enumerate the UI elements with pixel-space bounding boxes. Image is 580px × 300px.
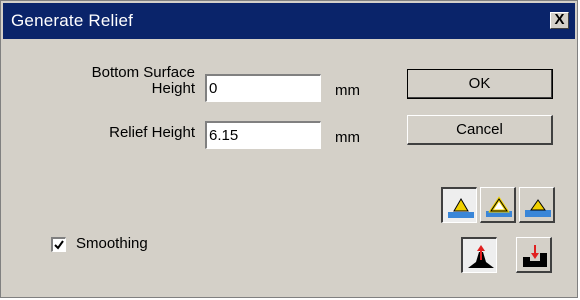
engrave-relief-button[interactable] bbox=[516, 237, 552, 273]
checkmark-icon bbox=[54, 240, 64, 250]
close-icon: X bbox=[554, 11, 565, 28]
generate-relief-dialog: Generate Relief X Bottom Surface Height … bbox=[0, 0, 578, 298]
smoothing-checkbox[interactable] bbox=[51, 237, 66, 252]
smoothing-label[interactable]: Smoothing bbox=[76, 235, 148, 252]
relief-flat-button[interactable] bbox=[519, 187, 555, 223]
relief-outline-button[interactable] bbox=[480, 187, 516, 223]
cancel-button[interactable]: Cancel bbox=[407, 115, 553, 145]
bottom-surface-height-input[interactable] bbox=[205, 74, 321, 102]
raise-relief-button[interactable] bbox=[461, 237, 497, 273]
engrave-arrow-icon bbox=[523, 245, 547, 267]
window-title: Generate Relief bbox=[11, 11, 134, 30]
bottom-surface-unit: mm bbox=[335, 82, 360, 99]
relief-filled-button[interactable] bbox=[441, 187, 477, 223]
bottom-surface-label-line1: Bottom Surface bbox=[91, 64, 195, 81]
bottom-surface-height-label: Bottom Surface Height bbox=[41, 65, 195, 97]
relief-height-unit: mm bbox=[335, 129, 360, 146]
close-button[interactable]: X bbox=[550, 12, 569, 29]
relief-height-input[interactable] bbox=[205, 121, 321, 149]
bottom-surface-label-line2: Height bbox=[151, 80, 195, 97]
ok-button[interactable]: OK bbox=[407, 69, 553, 99]
relief-flat-icon bbox=[525, 199, 551, 217]
relief-filled-icon bbox=[448, 198, 474, 218]
title-bar[interactable]: Generate Relief X bbox=[3, 3, 575, 39]
relief-height-label: Relief Height bbox=[109, 124, 195, 141]
raise-arrow-icon bbox=[468, 245, 494, 268]
relief-outline-icon bbox=[486, 196, 512, 217]
